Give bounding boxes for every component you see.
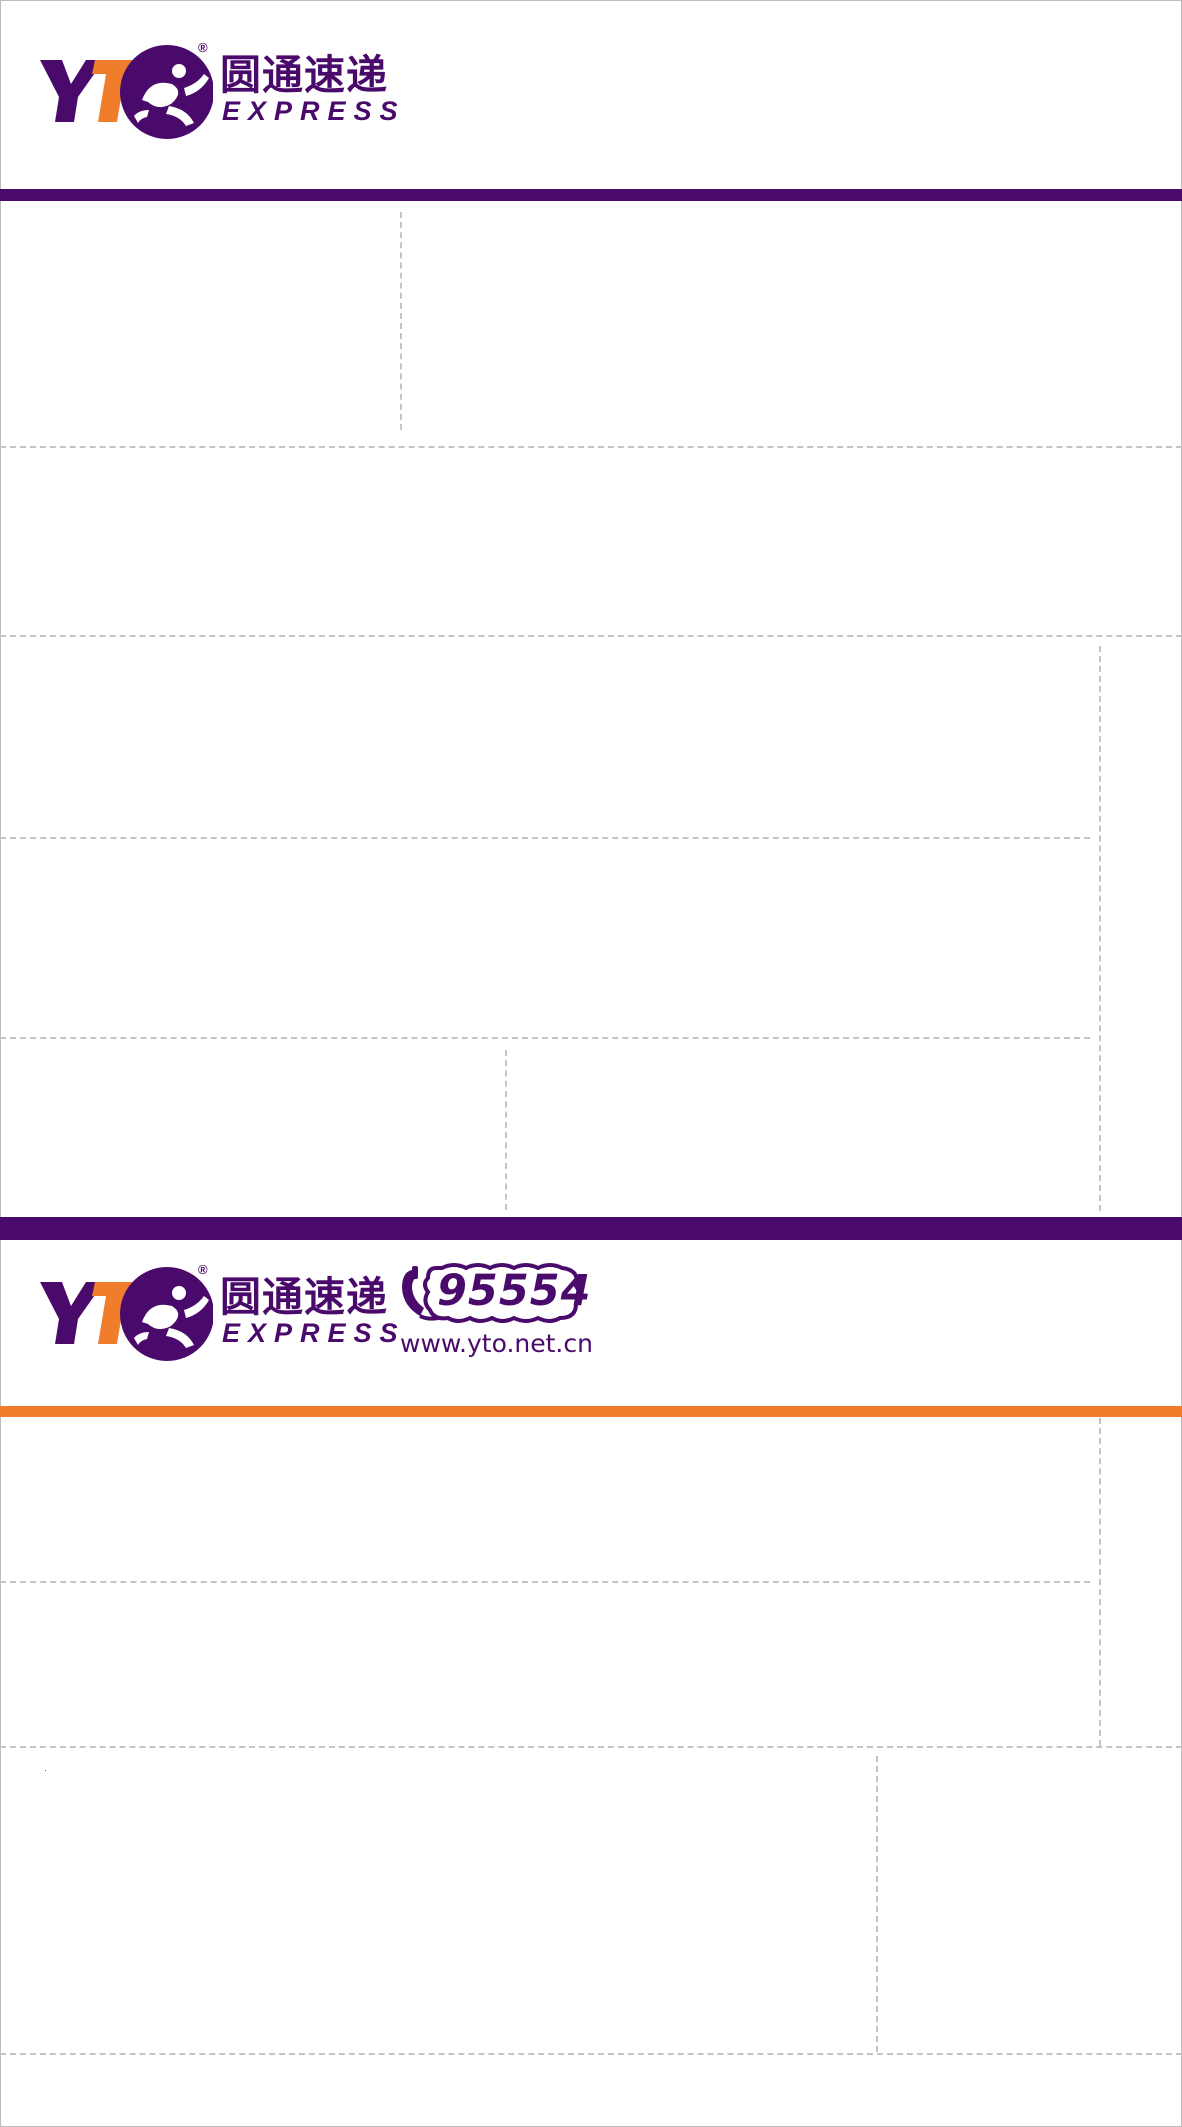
brand-name-en: EXPRESS xyxy=(222,96,406,126)
website-url: www.yto.net.cn xyxy=(400,1329,593,1358)
stray-mark xyxy=(45,1770,46,1771)
divider-horizontal xyxy=(0,1581,1090,1583)
yto-logo-mark-icon xyxy=(40,1267,213,1361)
registered-mark: ® xyxy=(198,1262,208,1277)
registered-mark: ® xyxy=(198,40,208,55)
brand-name-cn: 圆通速递 xyxy=(220,51,388,99)
hotline-number: 95554 xyxy=(437,1266,592,1316)
divider-vertical xyxy=(1099,646,1101,1211)
divider-vertical xyxy=(505,1050,507,1210)
brand-name-en: EXPRESS xyxy=(222,1318,406,1348)
waybill-border xyxy=(0,0,1182,2127)
brand-name-cn: 圆通速递 xyxy=(220,1273,388,1321)
divider-vertical xyxy=(400,212,402,430)
divider-horizontal xyxy=(0,1746,1182,1748)
divider-horizontal xyxy=(0,1037,1090,1039)
header-purple-bar xyxy=(0,189,1182,201)
divider-vertical xyxy=(1099,1418,1101,1746)
separator-purple-bar xyxy=(0,1217,1182,1240)
orange-bar xyxy=(0,1406,1182,1417)
divider-horizontal xyxy=(0,635,1182,637)
divider-horizontal xyxy=(0,2053,1182,2055)
yto-logo-mark-icon xyxy=(40,45,213,139)
divider-horizontal xyxy=(0,446,1182,448)
divider-vertical xyxy=(876,1756,878,2052)
divider-horizontal xyxy=(0,837,1090,839)
